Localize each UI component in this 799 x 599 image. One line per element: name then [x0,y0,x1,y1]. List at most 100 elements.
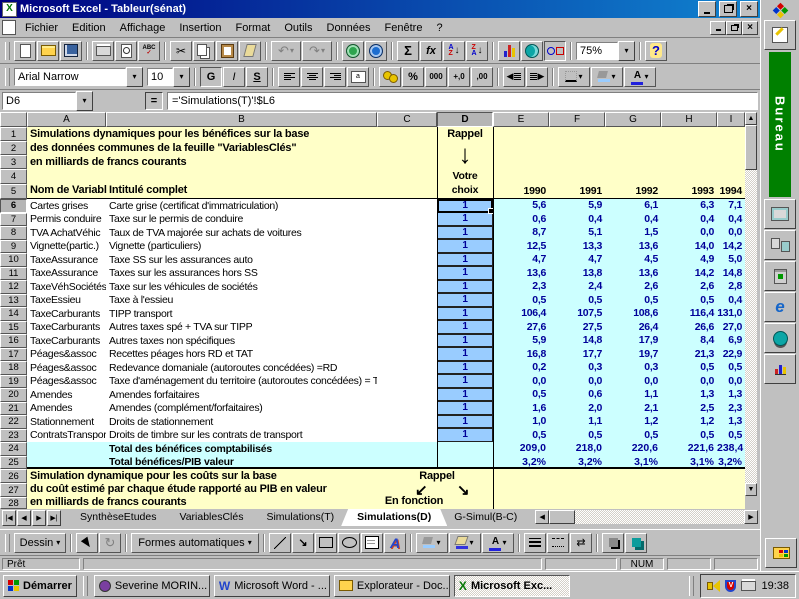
cell-value[interactable]: 6,9 [717,334,745,348]
toolbar-handle[interactable] [5,534,10,552]
row-header-15[interactable]: 15 [0,321,27,335]
cell-value[interactable]: 0,0 [717,226,745,240]
internet-explorer-button[interactable]: e [764,292,796,322]
map-button[interactable] [521,41,543,61]
scrollbar-track[interactable] [575,510,744,524]
borders-dropdown[interactable]: ▾ [558,67,590,87]
font-combobox[interactable]: Arial Narrow ▾ [14,67,143,87]
cell-value[interactable]: 1,1 [549,415,605,429]
font-size-combobox[interactable]: 10 ▾ [147,67,190,87]
row-header-3[interactable]: 3 [0,155,27,169]
cell-value[interactable]: 13,6 [493,267,549,281]
spelling-button[interactable]: ABC✓ [138,41,160,61]
menu-format[interactable]: Format [229,20,278,36]
cell-value[interactable]: 17,7 [549,348,605,362]
network-neighborhood-button[interactable] [764,230,796,260]
comma-style-button[interactable]: 000 [425,67,447,87]
row-header-4[interactable]: 4 [0,169,27,184]
cell-desc[interactable]: Taxes sur les assurances hors SS [106,267,377,279]
undo-button[interactable]: ↶▾ [271,41,301,61]
first-sheet-button[interactable]: |◀ [2,510,16,526]
cell-choice[interactable]: 1 [437,334,493,348]
cell-value[interactable]: 0,0 [717,375,745,389]
cell-desc[interactable]: Taxe sur les véhicules de sociétés [106,281,377,293]
paste-function-button[interactable]: fx [420,41,442,61]
text-box-button[interactable] [361,533,383,553]
cell-name[interactable]: Péages&assoc [27,375,106,387]
format-painter-button[interactable] [239,41,261,61]
scroll-up-button[interactable]: ▲ [745,112,757,125]
section2-title-line3[interactable]: en milliards de francs courants [30,496,186,508]
row-header-2[interactable]: 2 [0,141,27,155]
column-header-E[interactable]: E [493,112,549,127]
chart-wizard-button[interactable] [498,41,520,61]
cell-value[interactable]: 13,3 [549,240,605,254]
cell-value[interactable]: 5,6 [493,199,549,213]
section1-title-line2[interactable]: des données communes de la feuille "Vari… [30,142,296,154]
chart-shortcut-button[interactable] [764,354,796,384]
cell-value[interactable]: 2,8 [717,280,745,294]
menu-donnes[interactable]: Données [320,20,378,36]
cell-value[interactable]: 2,5 [661,402,717,416]
font-color-dropdown[interactable]: A▾ [482,533,514,553]
toolbar-handle[interactable] [5,68,10,86]
cell-value[interactable]: 8,7 [493,226,549,240]
sheet-tab-VariablesClés[interactable]: VariablesClés [163,509,259,526]
arrow-button[interactable]: ↘ [292,533,314,553]
cell-value[interactable]: 13,6 [605,267,661,281]
italic-button[interactable]: I [223,67,245,87]
previous-sheet-button[interactable]: ◀ [17,510,31,526]
printer-tray-icon[interactable] [741,581,756,591]
cell-value[interactable]: 14,8 [717,267,745,281]
cell-value[interactable]: 4,7 [549,253,605,267]
open-button[interactable] [37,41,59,61]
office-logo-icon[interactable] [765,1,795,19]
cell-desc[interactable]: Taux de TVA majorée sur achats de voitur… [106,227,377,239]
scroll-left-button[interactable]: ◀ [535,510,549,524]
sort-ascending-button[interactable]: AZ↓ [443,41,465,61]
merge-center-button[interactable]: a [347,67,369,87]
cell-value[interactable]: 1,5 [605,226,661,240]
recycle-bin-button[interactable] [764,261,796,291]
cell-value[interactable]: 0,4 [661,213,717,227]
workbook-minimize-button[interactable] [710,21,726,35]
zoom-dropdown-button[interactable]: ▾ [618,41,635,61]
cell-value[interactable]: 0,5 [493,388,549,402]
cell-value[interactable]: 26,6 [661,321,717,335]
en-fonction-label[interactable]: En fonction [372,495,456,507]
cell-desc[interactable]: Autres taxes non spécifiques [106,335,377,347]
cell-choice[interactable]: 1 [437,401,493,415]
font-name[interactable]: Arial Narrow [14,68,126,86]
rectangle-button[interactable] [315,533,337,553]
cell-choice[interactable]: 1 [437,307,493,321]
cell-value[interactable]: 0,5 [605,294,661,308]
menu-insertion[interactable]: Insertion [172,20,228,36]
cell-value[interactable]: 0,0 [549,375,605,389]
cell-value[interactable]: 2,4 [549,280,605,294]
menu-fentre[interactable]: Fenêtre [378,20,430,36]
cell-desc[interactable]: Taxe d'aménagement du territoire (autoro… [106,375,377,387]
cell-value[interactable]: 19,7 [605,348,661,362]
cell-value[interactable]: 0,4 [605,213,661,227]
cut-button[interactable]: ✂ [170,41,192,61]
vertical-scrollbar[interactable]: ▲ ▼ [745,112,757,509]
cell-value[interactable]: 2,3 [717,402,745,416]
start-button[interactable]: Démarrer [3,575,77,597]
print-preview-button[interactable] [115,41,137,61]
cell-value[interactable]: 13,8 [549,267,605,281]
font-size-value[interactable]: 10 [147,68,173,86]
total-value[interactable]: 218,0 [549,442,605,456]
cell-choice[interactable]: 1 [437,199,493,213]
bold-button[interactable]: G [200,67,222,87]
cell-value[interactable]: 0,5 [493,429,549,443]
next-sheet-button[interactable]: ▶ [32,510,46,526]
row-header-10[interactable]: 10 [0,253,27,267]
cell-desc[interactable]: Carte grise (certificat d'immatriculatio… [106,200,377,212]
cell-choice[interactable]: 1 [437,428,493,442]
zoom-combobox[interactable]: 75% ▾ [576,41,635,61]
cell-value[interactable]: 1,2 [661,415,717,429]
cell-value[interactable]: 2,3 [493,280,549,294]
scroll-down-button[interactable]: ▼ [745,483,757,496]
cell-value[interactable]: 0,5 [661,361,717,375]
percent-style-button[interactable]: % [402,67,424,87]
